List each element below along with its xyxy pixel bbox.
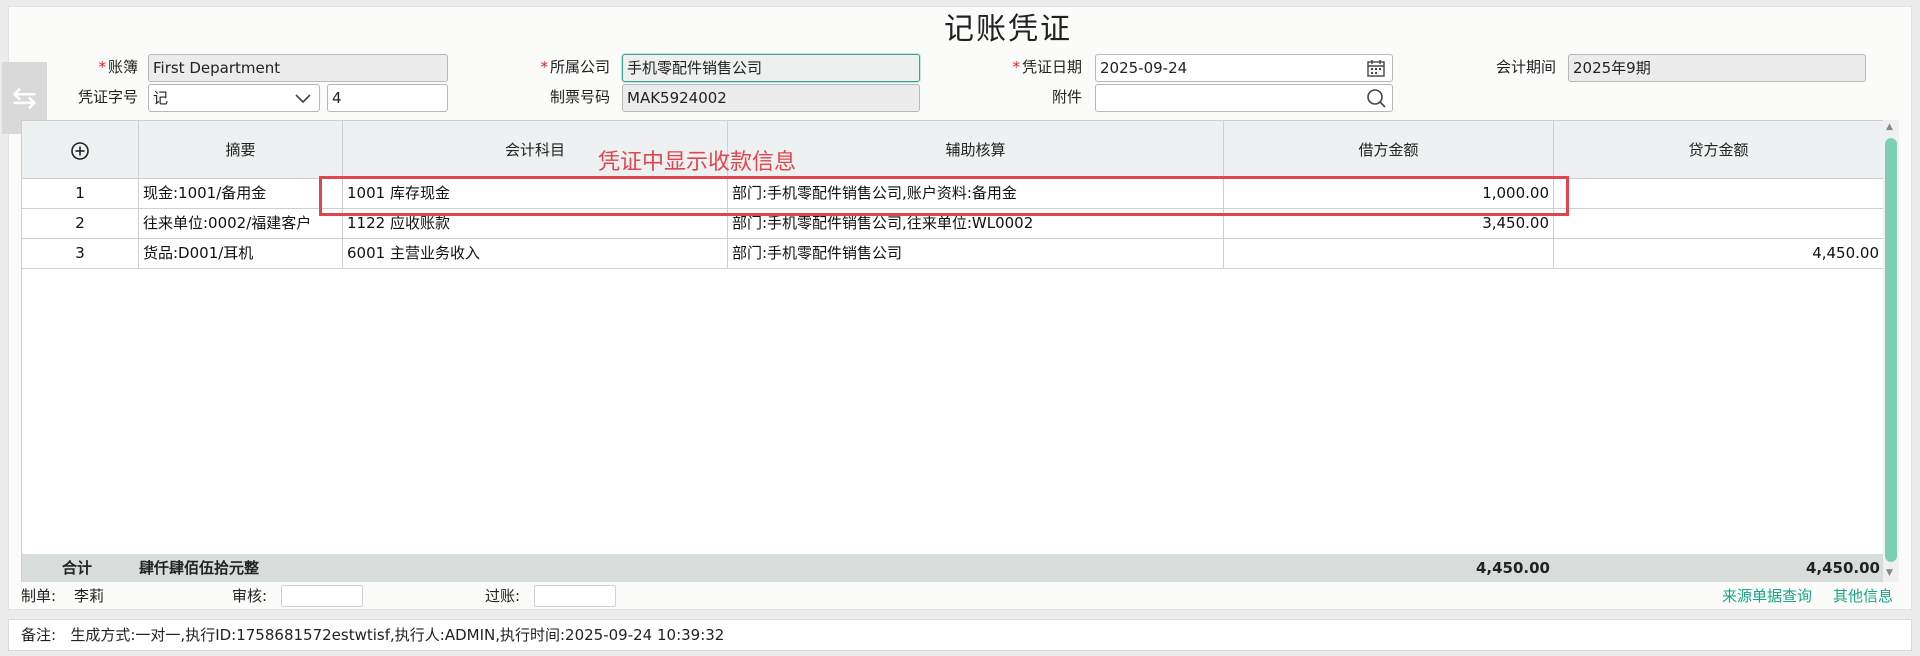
cell-summary[interactable]: 往来单位:0002/福建客户 (139, 209, 343, 239)
other-info-link[interactable]: 其他信息 (1833, 584, 1893, 608)
period-label: 会计期间 (1495, 58, 1556, 76)
total-credit: 4,450.00 (1805, 559, 1880, 577)
annotation-text: 凭证中显示收款信息 (598, 150, 797, 175)
ledger-field[interactable]: First Department (148, 54, 448, 82)
period-field[interactable]: 2025年9期 (1568, 54, 1866, 82)
column-header-aux: 辅助核算 (728, 121, 1224, 179)
row-number: 1 (22, 179, 139, 209)
cell-debit[interactable] (1224, 239, 1554, 269)
remark-label: 备注: (21, 626, 57, 644)
voucher-word-value: 记 (153, 89, 169, 107)
voucher-date-field[interactable]: 2025-09-24 (1095, 54, 1393, 82)
company-label: * 所属公司 (540, 58, 610, 76)
add-row-header[interactable] (22, 121, 139, 179)
row-number: 2 (22, 209, 139, 239)
cell-credit[interactable] (1554, 179, 1884, 209)
cell-summary[interactable]: 现金:1001/备用金 (139, 179, 343, 209)
review-label: 审核: (232, 587, 268, 605)
total-label: 合计 (62, 559, 93, 577)
search-icon[interactable] (1366, 88, 1386, 108)
voucher-date-label: * 凭证日期 (1012, 58, 1082, 76)
column-header-debit: 借方金额 (1224, 121, 1554, 179)
maker-code-label: 制票号码 (549, 88, 610, 106)
row-number: 3 (22, 239, 139, 269)
attachment-label: 附件 (1051, 88, 1082, 106)
maker-label: 制单: (21, 587, 57, 605)
calendar-icon[interactable] (1366, 58, 1386, 78)
scroll-down-icon[interactable]: ▼ (1886, 568, 1893, 578)
maker-code-field[interactable]: MAK5924002 (622, 84, 920, 112)
annotation-highlight-box (319, 176, 1569, 216)
voucher-word-select[interactable]: 记 (148, 84, 320, 112)
column-header-summary: 摘要 (139, 121, 343, 179)
add-circle-icon[interactable] (70, 141, 90, 161)
total-amount-words: 肆仟肆佰伍拾元整 (139, 559, 260, 577)
voucher-date-value: 2025-09-24 (1100, 59, 1188, 77)
cell-credit[interactable] (1554, 209, 1884, 239)
chevron-down-icon (295, 94, 311, 104)
review-field (281, 585, 363, 607)
cell-summary[interactable]: 货品:D001/耳机 (139, 239, 343, 269)
company-field[interactable]: 手机零配件销售公司 (622, 54, 920, 82)
total-row: 合计 肆仟肆佰伍拾元整 4,450.00 4,450.00 (22, 554, 1884, 582)
swap-arrows-icon: ⇆ (11, 80, 38, 116)
cell-credit[interactable]: 4,450.00 (1554, 239, 1884, 269)
source-document-link[interactable]: 来源单据查询 (1722, 584, 1812, 608)
post-field (534, 585, 616, 607)
table-scrollbar[interactable]: ▲ ▼ (1883, 120, 1899, 582)
voucher-word-label: 凭证字号 (77, 88, 138, 106)
maker-value: 李莉 (74, 587, 105, 605)
ledger-label: * 账簿 (98, 58, 138, 76)
post-label: 过账: (485, 587, 521, 605)
attachment-field[interactable] (1095, 84, 1393, 112)
page-title: 记账凭证 (944, 12, 1072, 47)
scroll-up-icon[interactable]: ▲ (1886, 122, 1893, 132)
remark-text: 生成方式:一对一,执行ID:1758681572estwtisf,执行人:ADM… (70, 626, 725, 644)
remark-bar: 备注: 生成方式:一对一,执行ID:1758681572estwtisf,执行人… (8, 619, 1912, 651)
scrollbar-thumb[interactable] (1885, 138, 1897, 562)
column-header-credit: 贷方金额 (1554, 121, 1884, 179)
cell-account[interactable]: 6001 主营业务收入 (343, 239, 728, 269)
cell-aux[interactable]: 部门:手机零配件销售公司 (728, 239, 1224, 269)
voucher-number-field[interactable]: 4 (327, 84, 448, 112)
total-debit: 4,450.00 (1475, 559, 1550, 577)
